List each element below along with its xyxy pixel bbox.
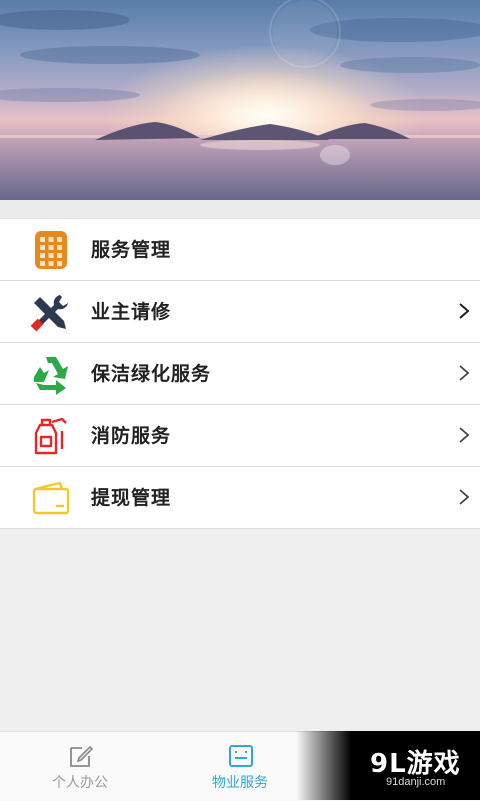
tab-label: 个人办公: [52, 775, 108, 791]
menu-item-label: 保洁绿化服务: [91, 363, 212, 385]
tab-personal-office[interactable]: 个人办公: [0, 732, 160, 801]
tools-icon: [30, 295, 68, 332]
chevron-right-icon: [459, 427, 470, 443]
service-menu: 服务管理 业主请修 保洁绿化服务 消防服务 提现管理: [0, 218, 480, 529]
chevron-right-icon: [459, 303, 470, 319]
service-icon: [229, 745, 253, 767]
menu-item-withdraw-management[interactable]: 提现管理: [0, 467, 480, 529]
watermark-url: 91danji.com: [386, 776, 446, 788]
sunset-landscape-illustration: [0, 0, 480, 200]
menu-item-label: 提现管理: [91, 487, 172, 509]
watermark-logo: 9L游戏: [370, 749, 461, 779]
fire-extinguisher-icon: [34, 417, 67, 455]
section-divider: [0, 200, 480, 218]
menu-item-label: 业主请修: [91, 301, 172, 323]
banner-image: [0, 0, 480, 200]
wallet-icon: [32, 481, 70, 515]
menu-item-cleaning-greening[interactable]: 保洁绿化服务: [0, 343, 480, 405]
chevron-right-icon: [459, 365, 470, 381]
menu-item-label: 消防服务: [91, 425, 172, 447]
recycle-icon: [34, 357, 68, 395]
menu-item-fire-service[interactable]: 消防服务: [0, 405, 480, 467]
building-grid-icon: [35, 231, 67, 269]
menu-item-service-management[interactable]: 服务管理: [0, 219, 480, 281]
edit-icon: [70, 745, 94, 767]
menu-item-owner-repair[interactable]: 业主请修: [0, 281, 480, 343]
chevron-right-icon: [459, 489, 470, 505]
menu-item-label: 服务管理: [91, 239, 172, 261]
